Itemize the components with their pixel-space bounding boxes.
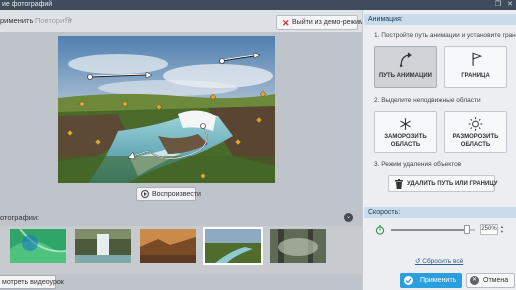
freeze-label-line1: ЗАМОРОЗИТЬ (384, 134, 427, 140)
spin-down-icon[interactable]: ▼ (499, 229, 505, 234)
window-title: ие фотографий (2, 1, 53, 8)
freeze-area-button[interactable]: ЗАМОРОЗИТЬ ОБЛАСТЬ (374, 111, 437, 153)
unfreeze-label-line2: ОБЛАСТЬ (460, 142, 491, 148)
landscape-image (58, 36, 275, 189)
watch-tutorial-button[interactable]: мотреть видеоурок (0, 275, 64, 289)
delete-path-label: УДАЛИТЬ ПУТЬ ИЛИ ГРАНИЦУ (407, 181, 498, 187)
unfreeze-area-button[interactable]: РАЗМОРОЗИТЬ ОБЛАСТЬ (444, 111, 507, 153)
workspace: рименить Повторить ↷ ✕ Выйти из демо-реж… (0, 10, 368, 290)
bottom-bar: мотреть видеоурок (0, 274, 362, 290)
redo-icon[interactable]: ↷ (65, 15, 73, 25)
speed-value-field[interactable]: 250% (480, 224, 498, 235)
photo-strip (0, 226, 362, 274)
settings-panel: Анимация: 1. Постройте путь анимации и у… (362, 10, 516, 290)
freeze-label-line2: ОБЛАСТЬ (390, 142, 421, 148)
thumbnail-canyon-sunset[interactable] (140, 229, 196, 263)
canyon-sunset-image (140, 229, 196, 263)
watch-tutorial-label: мотреть видеоурок (2, 279, 64, 286)
check-circle-icon (404, 276, 413, 285)
sun-icon (468, 117, 483, 131)
snowflake-icon (400, 118, 411, 130)
unfreeze-label-line1: РАЗМОРОЗИТЬ (452, 134, 499, 140)
border-button[interactable]: ГРАНИЦА (444, 46, 507, 88)
toolbar: рименить Повторить ↷ ✕ Выйти из демо-реж… (0, 10, 368, 32)
restore-icon[interactable]: ❐ (493, 0, 503, 10)
speed-control: 250% ▲ ▼ (375, 224, 505, 236)
flag-icon (472, 52, 483, 66)
thumbnail-foggy-forest[interactable] (270, 229, 326, 263)
green-abstract-image (10, 229, 66, 263)
close-window-icon[interactable]: ✕ (505, 0, 515, 10)
waterfall-image (75, 229, 131, 263)
trash-icon (395, 179, 403, 189)
speed-slider-fill (391, 229, 467, 231)
title-bar: ие фотографий ❐ ✕ (0, 0, 516, 10)
speed-slider[interactable] (391, 225, 475, 234)
cancel-label: Отмена (483, 277, 509, 284)
exit-demo-label: Выйти из демо-режима (292, 19, 368, 26)
exit-demo-button[interactable]: ✕ Выйти из демо-режима (276, 15, 368, 30)
thumbnail-green-abstract[interactable] (10, 229, 66, 263)
animation-header: Анимация: (364, 14, 516, 25)
photos-label: отографии: (0, 213, 40, 222)
river-landscape-image (205, 229, 261, 263)
play-button[interactable]: Воспроизвести (136, 187, 201, 201)
speed-spinner[interactable]: ▲ ▼ (499, 224, 505, 235)
foggy-forest-image (270, 229, 326, 263)
cancel-button[interactable]: ✕ Отмена (466, 273, 515, 288)
step2-text: 2. Выделите неподвижные области (374, 97, 481, 104)
apply-button[interactable]: Применить (400, 273, 462, 288)
animation-path-label: ПУТЬ АНИМАЦИИ (378, 73, 432, 79)
apply-label: Применить (420, 277, 457, 284)
border-label: ГРАНИЦА (461, 73, 490, 79)
cancel-icon: ✕ (470, 276, 479, 285)
step1-text: 1. Постройте путь анимации и установите … (374, 32, 516, 39)
chevron-down-icon[interactable]: ⌄ (344, 213, 353, 222)
photo-preview[interactable] (58, 36, 275, 189)
animation-path-button[interactable]: ПУТЬ АНИМАЦИИ (374, 46, 437, 88)
close-red-icon: ✕ (282, 18, 290, 28)
step3-text: 3. Режим удаления объектов (374, 161, 462, 168)
delete-path-button[interactable]: УДАЛИТЬ ПУТЬ ИЛИ ГРАНИЦУ (388, 175, 498, 192)
speed-header: Скорость: (364, 207, 516, 218)
reset-all-label: Сбросить всё (422, 258, 464, 265)
play-circle-icon (141, 190, 149, 198)
curved-arrow-icon (399, 52, 412, 68)
apply-toolbar-button[interactable]: рименить (0, 16, 33, 26)
play-label: Воспроизвести (152, 191, 201, 198)
timer-icon (375, 225, 385, 235)
thumbnail-waterfall[interactable] (75, 229, 131, 263)
speed-slider-thumb[interactable] (463, 225, 470, 234)
reset-all-link[interactable]: ↺ Сбросить всё (415, 257, 463, 266)
thumbnail-river-landscape[interactable] (203, 227, 263, 265)
